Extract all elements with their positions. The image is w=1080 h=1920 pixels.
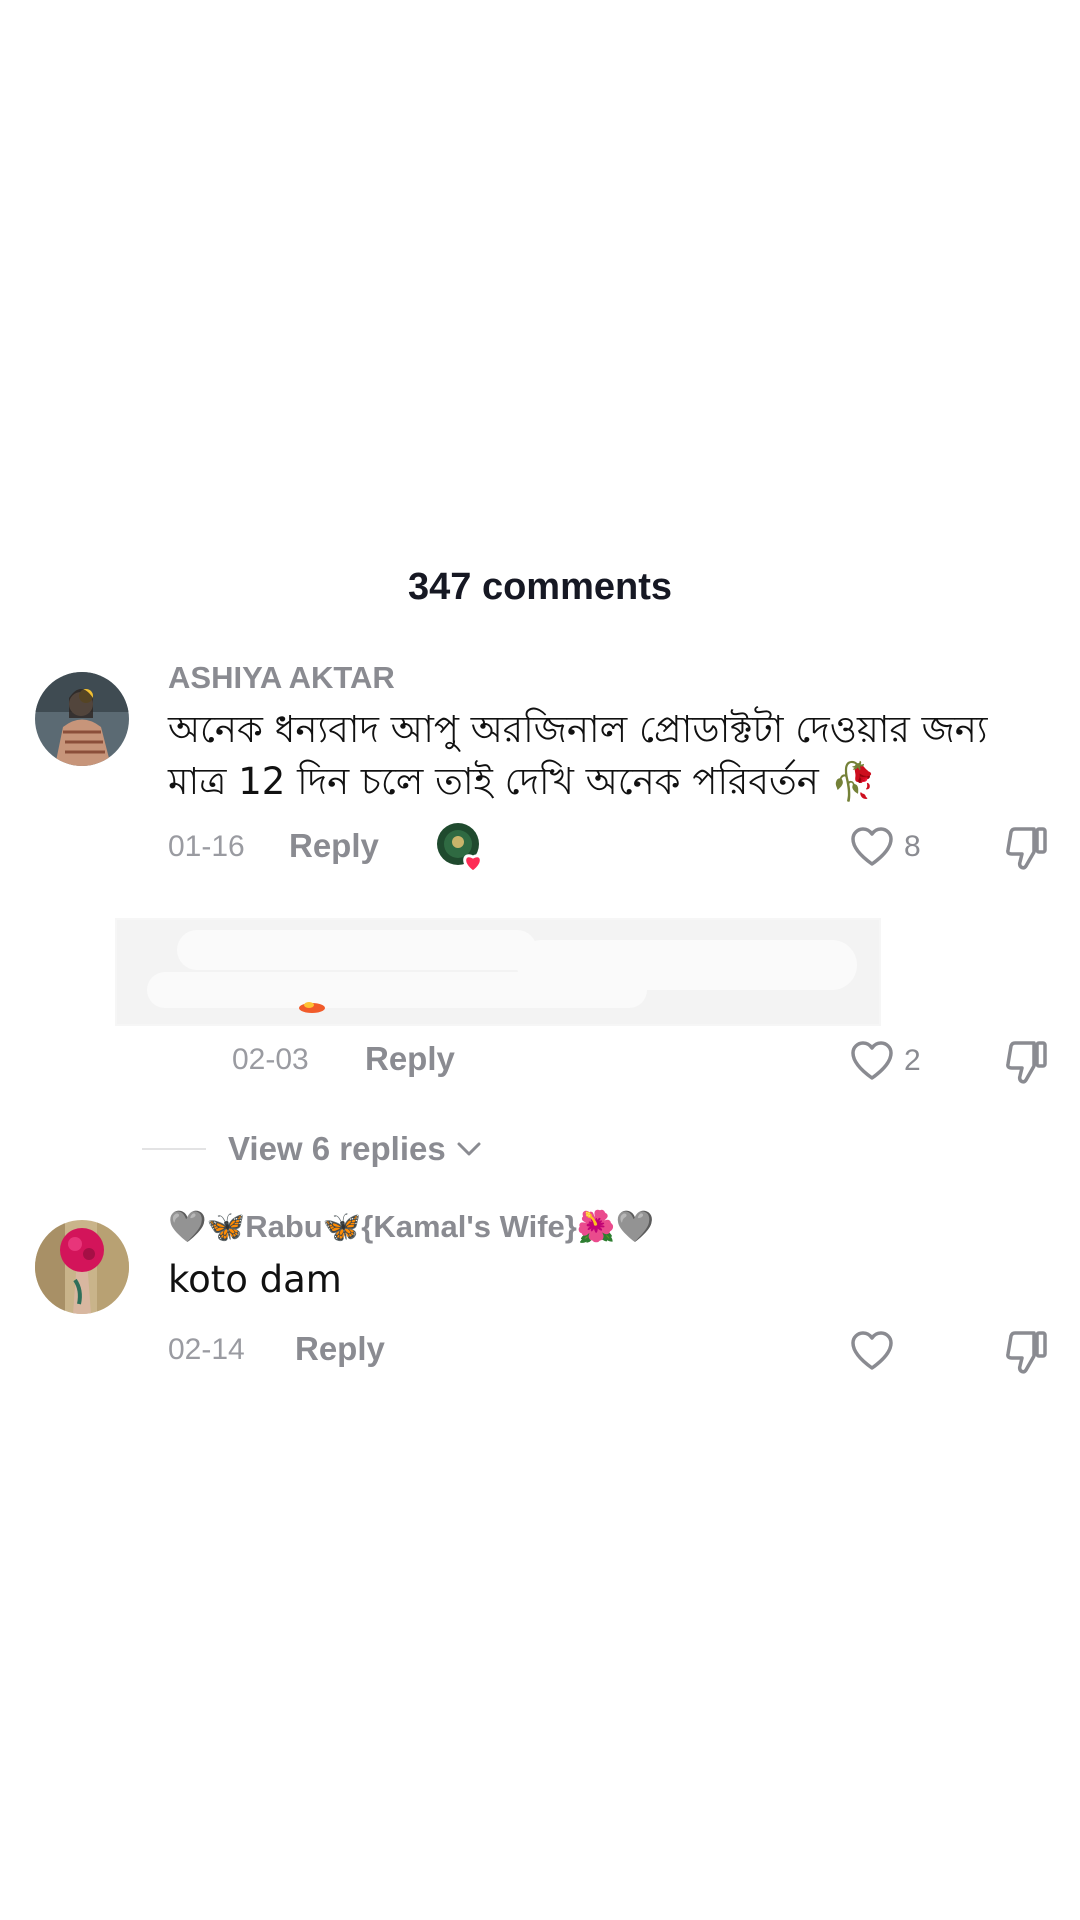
thumbs-down-icon (1006, 827, 1047, 870)
comments-count-title: 347 comments (407, 566, 672, 608)
heart-icon (851, 1331, 893, 1370)
like-button[interactable]: 2 (850, 1040, 921, 1082)
chevron-down-icon (457, 1142, 481, 1156)
reply-button[interactable]: Reply (289, 827, 379, 865)
divider (142, 1148, 206, 1150)
like-button[interactable] (850, 1330, 894, 1372)
like-count: 8 (904, 830, 921, 863)
avatar[interactable] (35, 1220, 129, 1314)
avatar[interactable] (35, 672, 129, 766)
heart-icon (851, 827, 893, 866)
comment-date: 01-16 (168, 830, 245, 863)
comment-date: 02-14 (168, 1333, 245, 1366)
dislike-button[interactable] (1004, 826, 1048, 877)
comment-text: অনেক ধন্যবাদ আপু অরজিনাল প্রোডাক্টটা দেও… (168, 708, 988, 803)
like-button[interactable]: 8 (850, 826, 921, 868)
creator-liked-badge (436, 822, 496, 874)
view-replies-button[interactable]: View 6 replies (142, 1130, 482, 1168)
reply-button[interactable]: Reply (295, 1330, 385, 1368)
thumbs-down-icon (1006, 1331, 1047, 1374)
redacted-reply (115, 918, 881, 1026)
comment-username[interactable]: ASHIYA AKTAR (168, 660, 395, 696)
like-count: 2 (904, 1044, 921, 1077)
comments-sheet: 347 comments ASHIYA AKTAR অনেক ধন্যবাদ আ… (0, 0, 1080, 1920)
view-replies-label: View 6 replies (228, 1130, 446, 1167)
thumbs-down-icon (1006, 1041, 1047, 1084)
reply-button[interactable]: Reply (365, 1040, 455, 1078)
comment-text: koto dam (168, 1258, 342, 1301)
dislike-button[interactable] (1004, 1330, 1048, 1381)
comment-username[interactable]: 🩶🦋Rabu🦋{Kamal's Wife}🌺🩶 (168, 1208, 654, 1245)
dislike-button[interactable] (1004, 1040, 1048, 1091)
heart-icon (851, 1041, 893, 1080)
reply-date: 02-03 (232, 1043, 309, 1076)
